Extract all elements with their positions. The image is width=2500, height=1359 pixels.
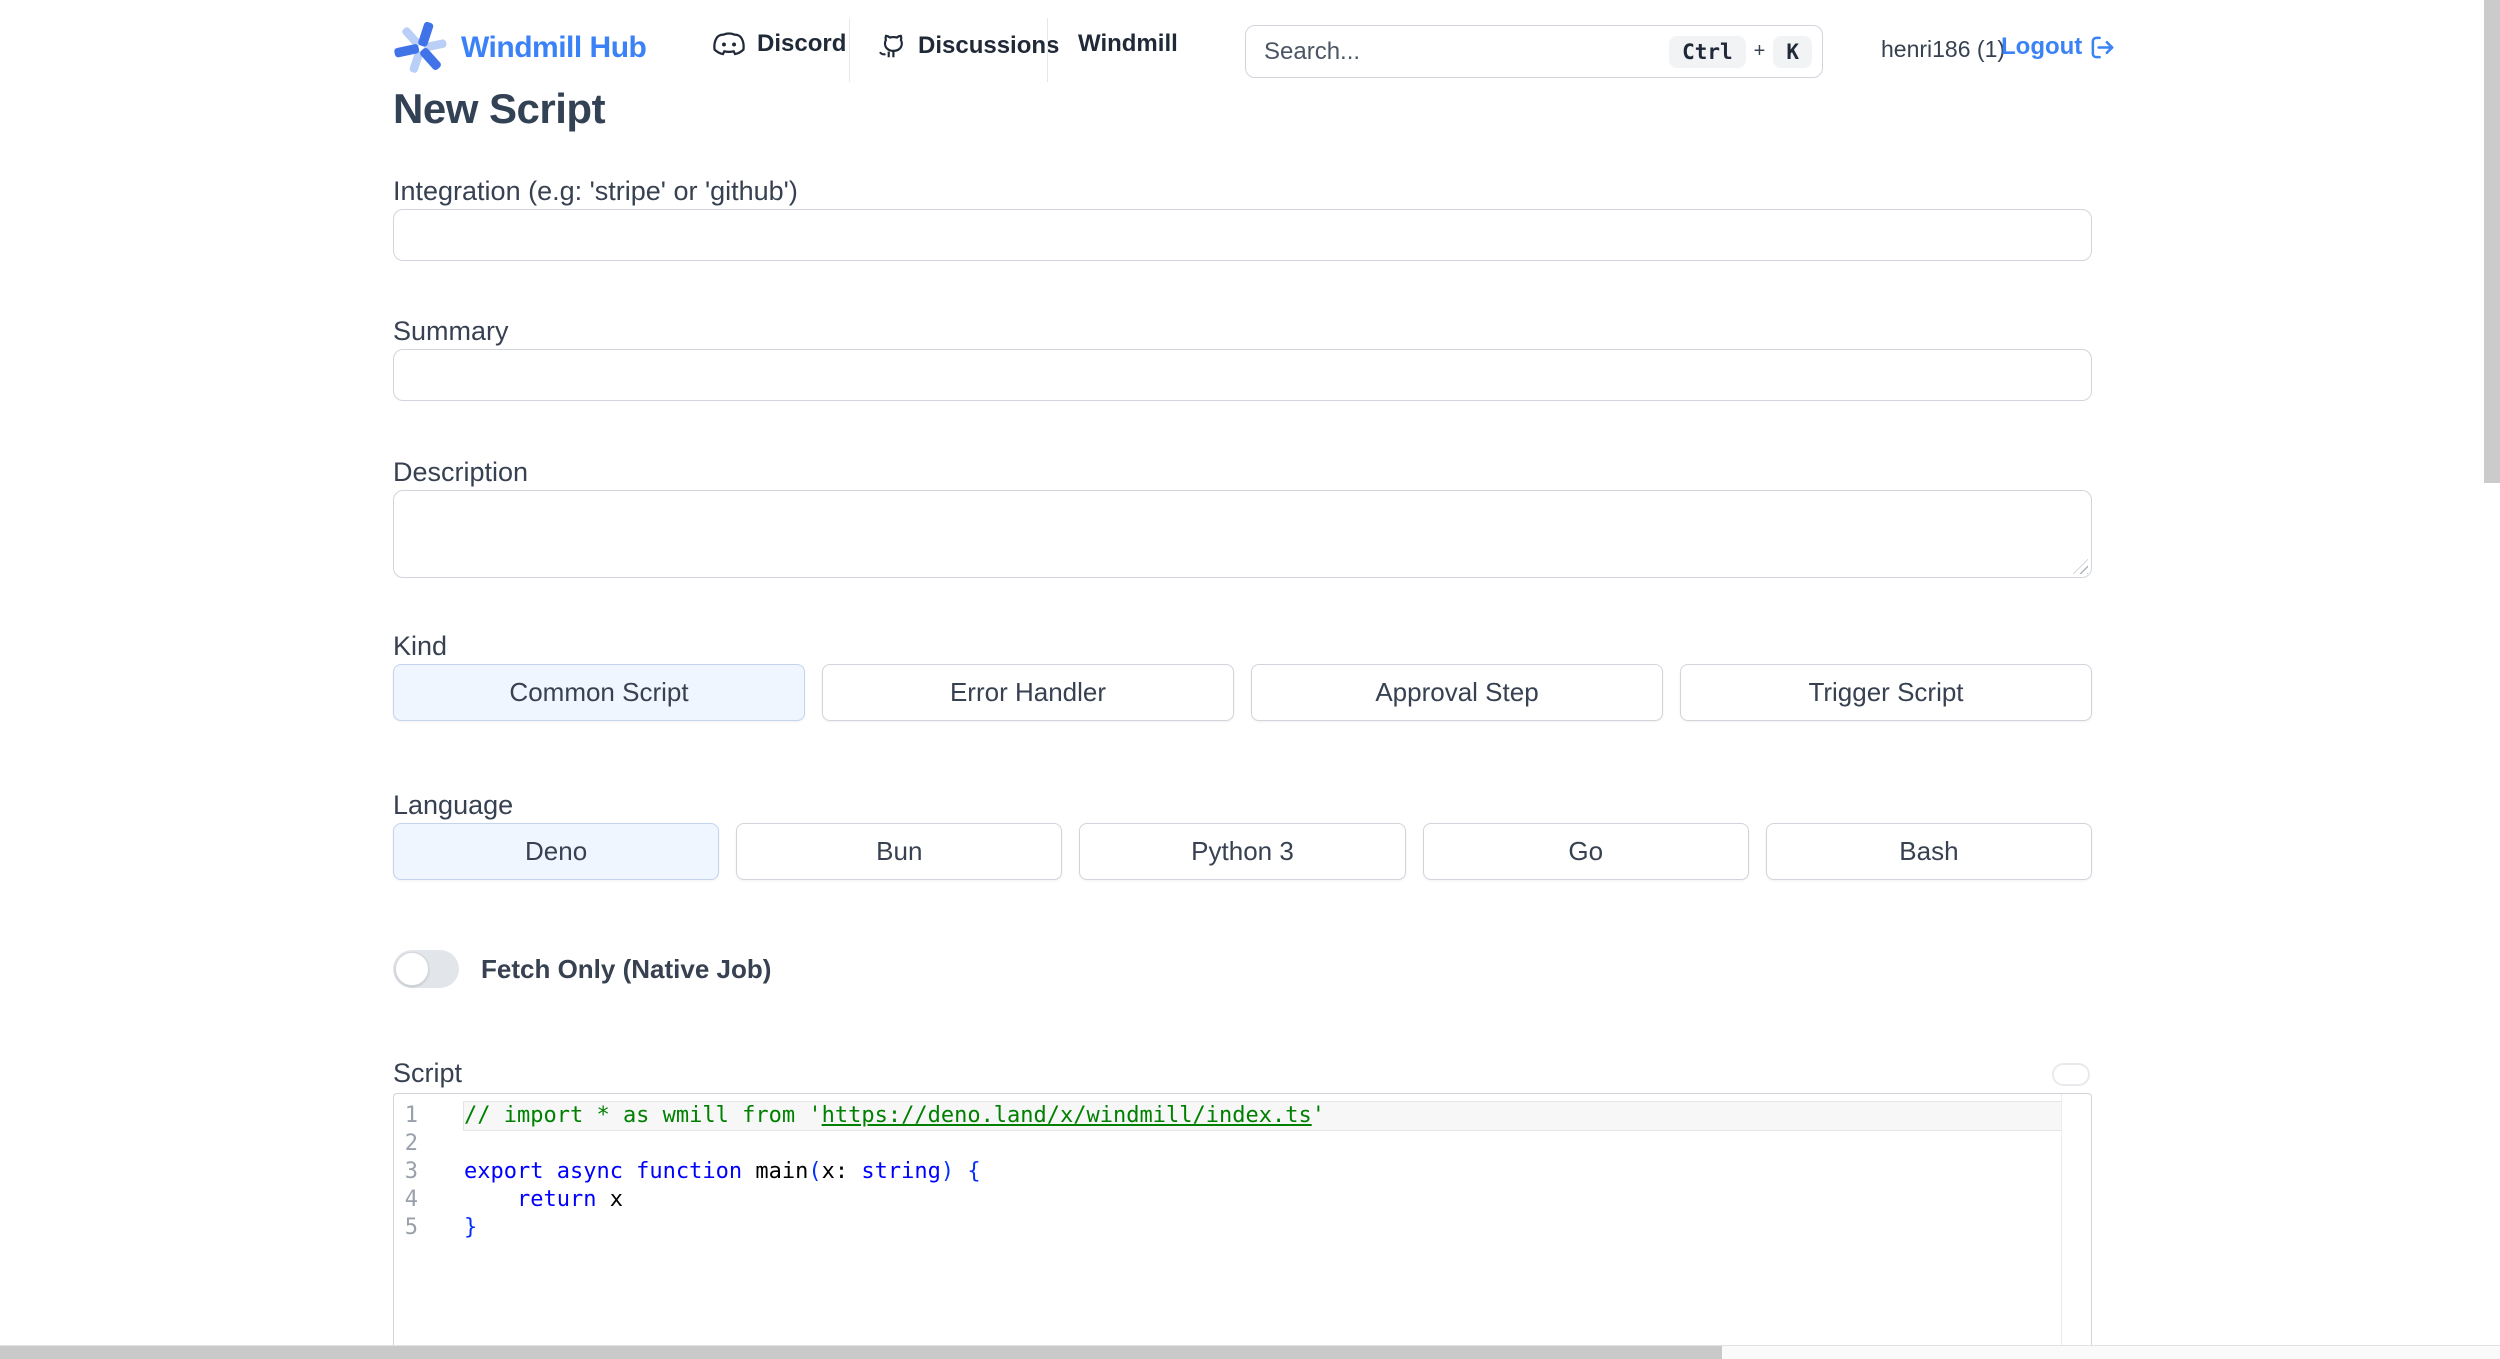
summary-label: Summary	[393, 316, 509, 346]
code-line-3: 3 export async function main(x: string) {	[394, 1158, 2091, 1186]
code-line-5: 5}	[394, 1214, 2091, 1242]
kind-option-common-script[interactable]: Common Script	[393, 664, 805, 721]
language-option-go[interactable]: Go	[1422, 823, 1749, 880]
code-text: export async function main(x: string) {	[464, 1159, 981, 1184]
logout-icon	[2089, 34, 2116, 61]
editor-toggle-pill[interactable]	[2052, 1063, 2090, 1086]
page: Windmill Hub Discord Discussions Windmil…	[0, 0, 2500, 1359]
integration-input[interactable]	[393, 209, 2092, 261]
code-text: }	[464, 1215, 478, 1240]
code-lines: 1 // import * as wmill from 'https://deno…	[394, 1102, 2091, 1242]
kind-option-approval-step[interactable]: Approval Step	[1251, 664, 1663, 721]
kind-option-error-handler[interactable]: Error Handler	[822, 664, 1234, 721]
line-number: 3	[404, 1159, 418, 1184]
line-number: 5	[404, 1215, 418, 1240]
code-text: return x	[516, 1187, 623, 1212]
summary-input[interactable]	[393, 349, 2092, 401]
language-option-deno[interactable]: Deno	[393, 823, 720, 880]
vertical-scrollbar[interactable]	[2484, 0, 2500, 1345]
fetch-only-label: Fetch Only (Native Job)	[481, 953, 772, 984]
kind-label: Kind	[393, 631, 448, 661]
language-option-bash[interactable]: Bash	[1765, 823, 2092, 880]
code-editor[interactable]: 1 // import * as wmill from 'https://deno…	[393, 1093, 2092, 1359]
kind-option-trigger-script[interactable]: Trigger Script	[1680, 664, 2092, 721]
kind-options: Common Script Error Handler Approval Step T…	[393, 664, 2092, 721]
toggle-knob	[395, 952, 429, 986]
language-label: Language	[393, 790, 514, 820]
main-content: New Script Integration (e.g: 'stripe' or…	[393, 0, 2092, 1359]
code-text: // import * as wmill from 'https://deno.…	[464, 1102, 2061, 1130]
language-option-bun[interactable]: Bun	[736, 823, 1063, 880]
script-label: Script	[393, 1058, 463, 1088]
editor-scrollbar-divider	[2061, 1094, 2062, 1359]
line-number: 2	[404, 1131, 418, 1156]
line-number: 1	[404, 1103, 418, 1128]
language-options: Deno Bun Python 3 Go Bash	[393, 823, 2092, 880]
code-line-4: 4 return x	[394, 1186, 2091, 1214]
code-line-1: 1 // import * as wmill from 'https://deno…	[394, 1102, 2091, 1130]
fetch-only-toggle[interactable]	[393, 950, 459, 988]
code-line-2: 2	[394, 1130, 2091, 1158]
horizontal-scrollbar-thumb[interactable]	[0, 1346, 1722, 1359]
integration-label: Integration (e.g: 'stripe' or 'github')	[393, 176, 798, 206]
horizontal-scrollbar[interactable]	[0, 1345, 2500, 1359]
page-title: New Script	[393, 85, 606, 132]
description-textarea[interactable]	[393, 490, 2092, 578]
vertical-scrollbar-thumb[interactable]	[2484, 0, 2500, 483]
description-label: Description	[393, 457, 529, 487]
language-option-python-3[interactable]: Python 3	[1079, 823, 1406, 880]
line-number: 4	[404, 1187, 418, 1212]
